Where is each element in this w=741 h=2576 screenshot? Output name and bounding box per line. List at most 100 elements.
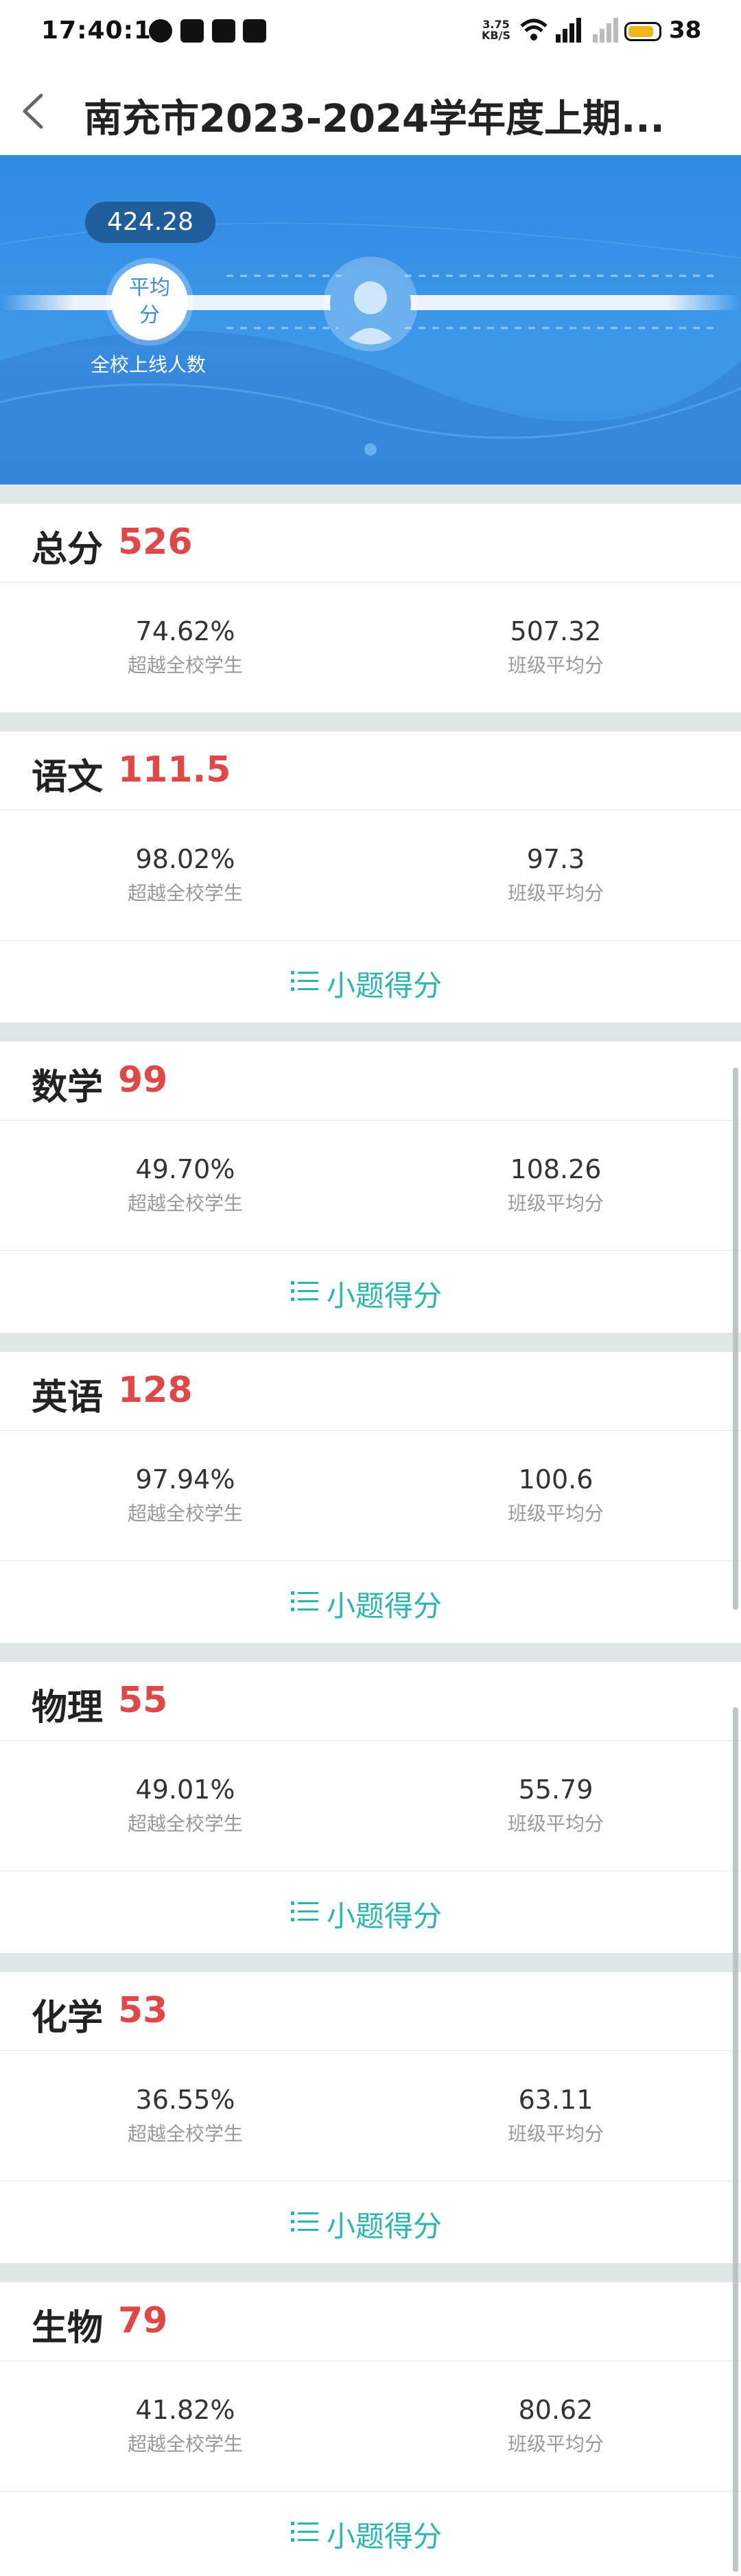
class-avg-value: 507.32 bbox=[510, 616, 602, 646]
sub-score-button[interactable]: 小题得分 bbox=[0, 1250, 741, 1332]
class-avg-stat: 55.79 班级平均分 bbox=[370, 1740, 741, 1871]
list-icon bbox=[291, 2522, 318, 2542]
beat-label: 超越全校学生 bbox=[127, 1502, 243, 1525]
list-icon bbox=[291, 1591, 318, 1611]
class-avg-stat: 507.32 班级平均分 bbox=[370, 582, 741, 712]
signal-strong-icon bbox=[556, 18, 581, 43]
class-avg-value: 100.6 bbox=[518, 1464, 593, 1495]
beat-stat: 36.55% 超越全校学生 bbox=[0, 2050, 370, 2181]
card-header: 语文 111.5 bbox=[0, 731, 741, 810]
class-avg-value: 108.26 bbox=[510, 1154, 602, 1184]
card-header: 总分 526 bbox=[0, 504, 741, 583]
beat-value: 97.94% bbox=[135, 1464, 235, 1495]
subject-name: 总分 bbox=[32, 529, 104, 570]
stat-row: 49.01% 超越全校学生 55.79 班级平均分 bbox=[0, 1740, 741, 1871]
beat-label: 超越全校学生 bbox=[127, 654, 243, 677]
page-title: 南充市2023-2024学年度上期... bbox=[84, 97, 665, 141]
stat-row: 49.70% 超越全校学生 108.26 班级平均分 bbox=[0, 1120, 741, 1250]
subject-card-chinese: 语文 111.5 98.02% 超越全校学生 97.3 班级平均分 小题得分 bbox=[0, 731, 741, 1022]
subject-name: 数学 bbox=[32, 1067, 104, 1108]
sub-score-button[interactable]: 小题得分 bbox=[0, 940, 741, 1022]
class-avg-label: 班级平均分 bbox=[507, 1192, 604, 1215]
download-notification-icon bbox=[243, 19, 266, 43]
sub-score-button[interactable]: 小题得分 bbox=[0, 1560, 741, 1642]
subject-card-english: 英语 128 97.94% 超越全校学生 100.6 班级平均分 小题得分 bbox=[0, 1352, 741, 1643]
beat-stat: 98.02% 超越全校学生 bbox=[0, 810, 370, 940]
card-header: 英语 128 bbox=[0, 1352, 741, 1431]
list-icon bbox=[291, 971, 318, 991]
class-avg-stat: 108.26 班级平均分 bbox=[370, 1120, 741, 1250]
score-banner[interactable]: 424.28 平均分 全校上线人数 bbox=[0, 155, 741, 484]
nav-bar: 南充市2023-2024学年度上期... bbox=[0, 66, 741, 155]
beat-stat: 41.82% 超越全校学生 bbox=[0, 2361, 370, 2491]
subject-score: 128 bbox=[118, 1370, 193, 1411]
sub-score-label: 小题得分 bbox=[327, 2210, 443, 2243]
subject-name: 生物 bbox=[32, 2308, 104, 2349]
stat-row: 41.82% 超越全校学生 80.62 班级平均分 bbox=[0, 2361, 741, 2491]
class-avg-value: 97.3 bbox=[526, 844, 585, 874]
subject-score: 79 bbox=[118, 2300, 168, 2341]
beat-value: 98.02% bbox=[135, 844, 235, 874]
list-icon bbox=[291, 1901, 318, 1921]
beat-label: 超越全校学生 bbox=[127, 2433, 243, 2455]
beat-value: 74.62% bbox=[135, 616, 235, 646]
card-header: 物理 55 bbox=[0, 1662, 741, 1741]
signal-weak-icon bbox=[593, 18, 618, 43]
banner-caption: 全校上线人数 bbox=[91, 353, 207, 376]
sub-score-label: 小题得分 bbox=[327, 1589, 443, 1623]
beat-label: 超越全校学生 bbox=[127, 2122, 243, 2145]
class-avg-value: 80.62 bbox=[518, 2395, 593, 2425]
carousel-dot[interactable] bbox=[364, 443, 377, 456]
stat-row: 74.62% 超越全校学生 507.32 班级平均分 bbox=[0, 582, 741, 712]
back-arrow-icon[interactable] bbox=[14, 87, 55, 135]
class-avg-label: 班级平均分 bbox=[507, 654, 604, 677]
subject-name: 语文 bbox=[32, 757, 104, 798]
subject-card-biology: 生物 79 41.82% 超越全校学生 80.62 班级平均分 小题得分 bbox=[0, 2282, 741, 2576]
subject-card-physics: 物理 55 49.01% 超越全校学生 55.79 班级平均分 小题得分 bbox=[0, 1662, 741, 1953]
class-avg-stat: 63.11 班级平均分 bbox=[370, 2050, 741, 2181]
student-avatar bbox=[330, 264, 411, 344]
beat-stat: 74.62% 超越全校学生 bbox=[0, 582, 370, 712]
card-header: 生物 79 bbox=[0, 2282, 741, 2361]
beat-stat: 49.70% 超越全校学生 bbox=[0, 1120, 370, 1250]
network-speed: 3.75 KB/S bbox=[482, 18, 510, 42]
stat-row: 97.94% 超越全校学生 100.6 班级平均分 bbox=[0, 1430, 741, 1560]
status-bar: 17:40:14 3.75 KB/S 38 bbox=[0, 0, 741, 66]
beat-value: 49.01% bbox=[135, 1775, 235, 1805]
subject-card-total: 总分 526 74.62% 超越全校学生 507.32 班级平均分 bbox=[0, 504, 741, 712]
class-avg-label: 班级平均分 bbox=[507, 2433, 604, 2455]
class-avg-label: 班级平均分 bbox=[507, 1812, 604, 1835]
subject-score: 53 bbox=[118, 1990, 168, 2031]
class-avg-value: 63.11 bbox=[518, 2085, 593, 2115]
beat-label: 超越全校学生 bbox=[127, 1192, 243, 1215]
beat-value: 36.55% bbox=[135, 2085, 235, 2115]
sub-score-label: 小题得分 bbox=[327, 2520, 443, 2553]
subject-name: 英语 bbox=[32, 1377, 104, 1418]
sub-score-button[interactable]: 小题得分 bbox=[0, 1871, 741, 1952]
class-avg-label: 班级平均分 bbox=[507, 882, 604, 904]
class-avg-stat: 97.3 班级平均分 bbox=[370, 810, 741, 940]
list-icon bbox=[291, 2212, 318, 2232]
scrollbar-thumb[interactable] bbox=[733, 1068, 738, 1610]
subject-score: 111.5 bbox=[118, 749, 231, 791]
class-avg-value: 55.79 bbox=[518, 1775, 593, 1805]
scrollbar-thumb-secondary[interactable] bbox=[733, 1707, 738, 2572]
wifi-icon bbox=[520, 19, 548, 40]
average-marker: 平均分 bbox=[111, 264, 188, 340]
average-score-pill: 424.28 bbox=[85, 202, 215, 243]
card-header: 化学 53 bbox=[0, 1972, 741, 2051]
chat-notification-icon bbox=[149, 19, 172, 43]
beat-label: 超越全校学生 bbox=[127, 882, 243, 904]
list-icon bbox=[291, 1281, 318, 1301]
sub-score-button[interactable]: 小题得分 bbox=[0, 2491, 741, 2573]
subject-score: 55 bbox=[118, 1680, 168, 1721]
stat-row: 98.02% 超越全校学生 97.3 班级平均分 bbox=[0, 810, 741, 940]
app-root: { "status_bar": { "time": "17:40:14", "s… bbox=[0, 0, 741, 2576]
app-notification-icon bbox=[180, 19, 204, 43]
sub-score-button[interactable]: 小题得分 bbox=[0, 2181, 741, 2262]
sub-score-label: 小题得分 bbox=[327, 1899, 443, 1933]
subject-score: 99 bbox=[118, 1059, 168, 1101]
beat-value: 49.70% bbox=[135, 1154, 235, 1184]
class-avg-stat: 100.6 班级平均分 bbox=[370, 1430, 741, 1560]
battery-level: 38 bbox=[669, 16, 702, 44]
